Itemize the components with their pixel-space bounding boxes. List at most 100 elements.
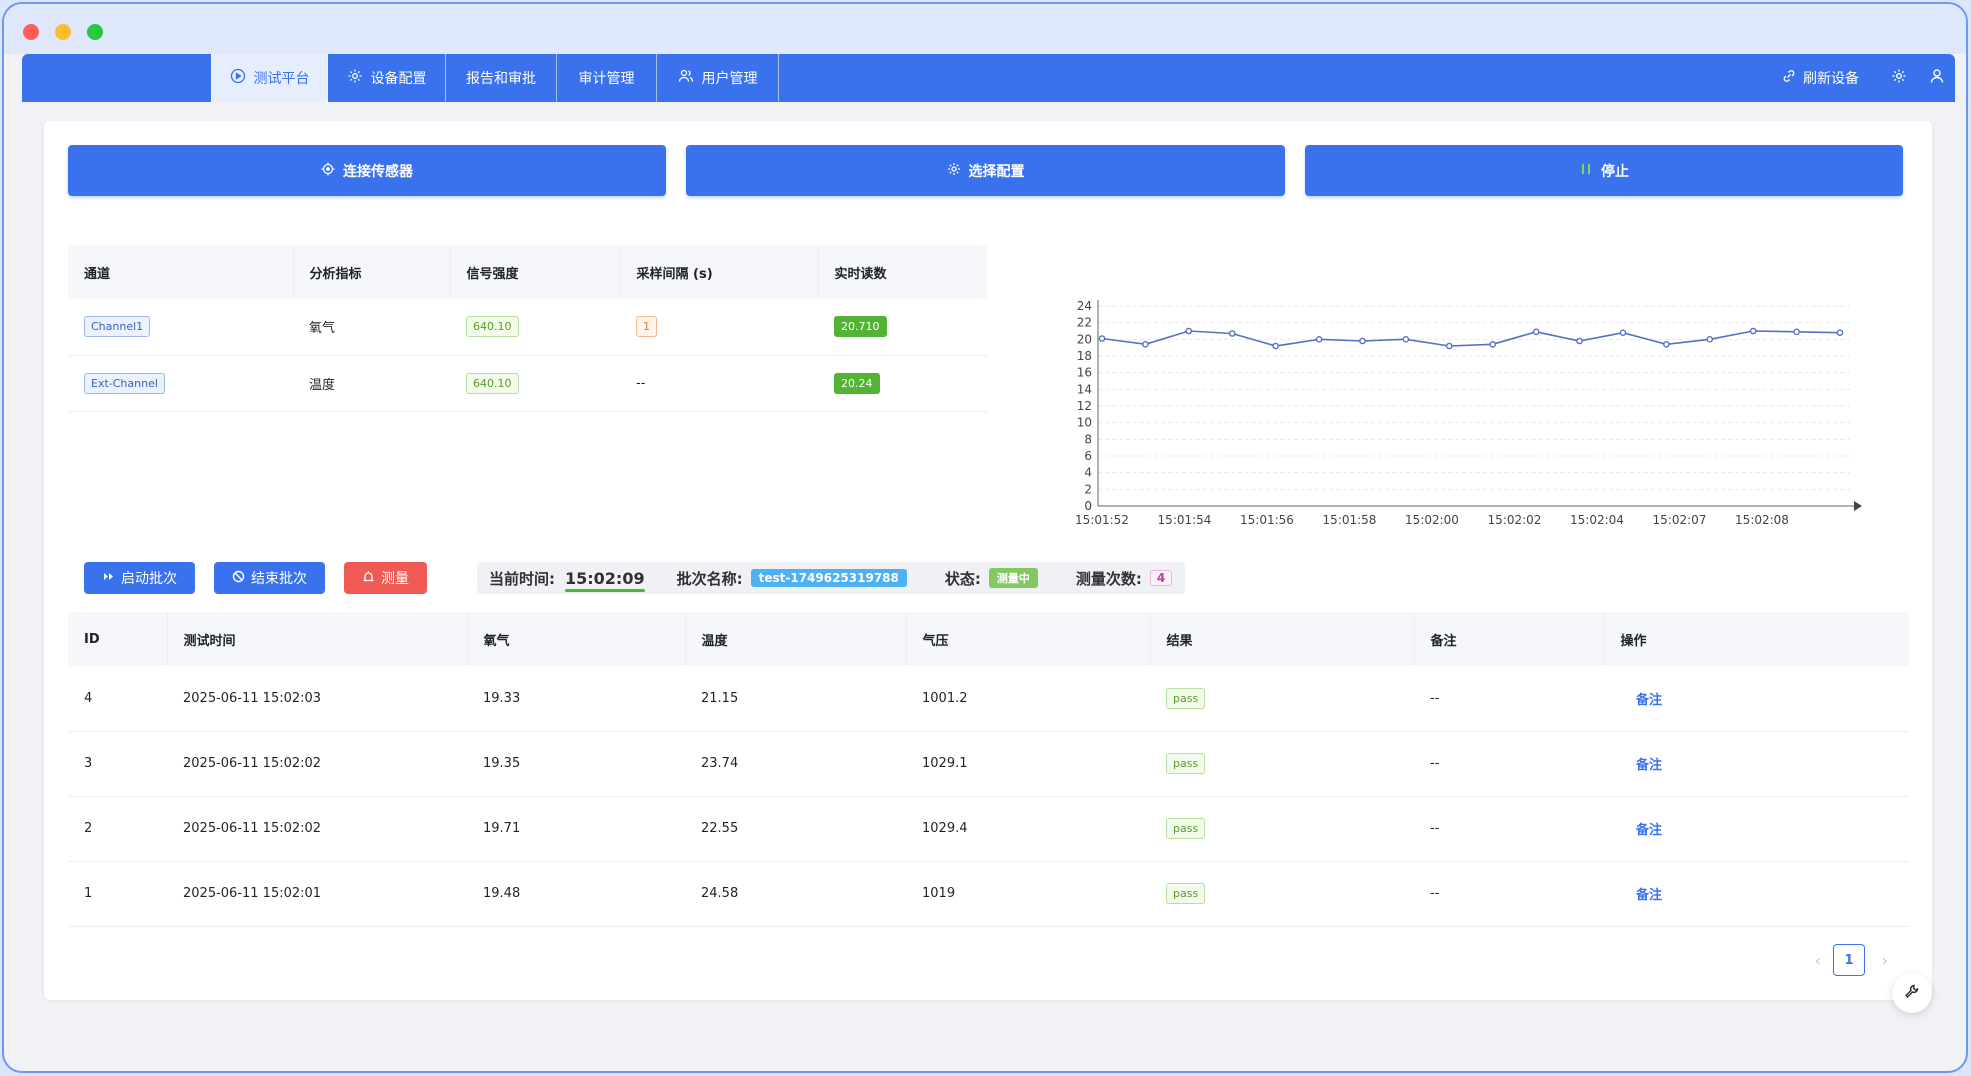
data-point xyxy=(1793,328,1800,336)
tab-device-config[interactable]: 设备配置 xyxy=(328,54,446,102)
results-table: ID 测试时间 氧气 温度 气压 结果 备注 操作 4 2025-06-11 1… xyxy=(68,612,1909,927)
select-config-label: 选择配置 xyxy=(968,163,1025,180)
prev-page-button[interactable]: ‹ xyxy=(1802,944,1834,976)
batch-name-badge: test-1749625319788 xyxy=(750,569,907,587)
x-tick-label: 15:01:56 xyxy=(1240,513,1294,527)
link-icon xyxy=(1781,68,1797,88)
y-tick-label: 12 xyxy=(1077,399,1092,413)
measure-button[interactable]: 测量 xyxy=(344,562,427,594)
data-point xyxy=(1098,335,1106,342)
data-point xyxy=(1576,337,1583,345)
result-cell: pass xyxy=(1150,666,1414,732)
action-cell: 备注 xyxy=(1604,666,1909,732)
tab-label: 测试平台 xyxy=(253,71,310,87)
result-tag: pass xyxy=(1166,818,1206,839)
result-tag: pass xyxy=(1166,883,1206,904)
channel-tag: Ext-Channel xyxy=(84,372,165,394)
tab-user-management[interactable]: 用户管理 xyxy=(657,54,779,102)
status-label: 状态: xyxy=(944,569,981,588)
data-point xyxy=(1619,329,1627,336)
x-tick-label: 15:01:58 xyxy=(1323,513,1377,527)
tab-audit[interactable]: 审计管理 xyxy=(557,54,657,102)
column-header: 信号强度 xyxy=(449,245,620,299)
next-page-button[interactable]: › xyxy=(1869,944,1901,976)
temp-cell: 21.15 xyxy=(685,666,906,732)
oxygen-cell: 19.48 xyxy=(467,861,685,927)
action-cell: 备注 xyxy=(1604,796,1909,862)
signal-cell: 640.10 xyxy=(450,355,620,412)
fast-forward-icon xyxy=(102,570,115,587)
y-tick-label: 20 xyxy=(1077,332,1092,346)
x-tick-label: 15:01:52 xyxy=(1075,513,1129,527)
column-header: 测试时间 xyxy=(166,612,467,666)
gear-icon xyxy=(1891,68,1907,88)
measure-label: 测量 xyxy=(381,571,409,587)
y-tick-label: 4 xyxy=(1084,466,1092,480)
table-row: 1 2025-06-11 15:02:01 19.48 24.58 1019 p… xyxy=(68,861,1909,927)
main-panel: 连接传感器 选择配置 停止 通道 分析指标 信号强度 采样间隔 (s) 实时读数 xyxy=(44,121,1932,1000)
stop-label: 停止 xyxy=(1601,163,1629,180)
channel-tag: Channel1 xyxy=(84,316,151,338)
data-point xyxy=(1359,337,1366,345)
result-cell: pass xyxy=(1150,861,1414,927)
status-badge: 测量中 xyxy=(988,568,1038,588)
signal-tag: 640.10 xyxy=(466,316,519,338)
tab-label: 用户管理 xyxy=(701,71,758,87)
add-note-link[interactable]: 备注 xyxy=(1636,823,1662,838)
interval-cell: 1 xyxy=(620,299,818,356)
end-batch-label: 结束批次 xyxy=(251,571,307,587)
minimize-window-button[interactable] xyxy=(55,24,71,40)
interval-cell: -- xyxy=(620,355,818,412)
table-row: Ext-Channel 温度 640.10 -- 20.24 xyxy=(68,355,987,412)
temp-cell: 22.55 xyxy=(685,796,906,862)
column-header: ID xyxy=(68,612,167,666)
tab-label: 审计管理 xyxy=(578,71,635,87)
note-cell: -- xyxy=(1414,666,1604,732)
data-point xyxy=(1749,327,1757,335)
y-tick-label: 2 xyxy=(1084,482,1092,496)
select-config-button[interactable]: 选择配置 xyxy=(686,145,1285,196)
data-point xyxy=(1272,342,1279,350)
batch-status-bar: 当前时间: 15:02:09 批次名称: test-1749625319788 … xyxy=(477,562,1185,594)
data-point xyxy=(1315,336,1323,343)
pressure-cell: 1001.2 xyxy=(906,666,1150,732)
column-header: 气压 xyxy=(905,612,1150,666)
stop-button[interactable]: 停止 xyxy=(1305,145,1903,196)
pressure-cell: 1029.4 xyxy=(906,796,1150,862)
data-point xyxy=(1445,342,1453,350)
note-cell: -- xyxy=(1414,796,1604,862)
pressure-cell: 1019 xyxy=(906,861,1150,927)
add-note-link[interactable]: 备注 xyxy=(1636,758,1662,773)
id-cell: 1 xyxy=(68,861,167,927)
add-note-link[interactable]: 备注 xyxy=(1636,693,1662,708)
signal-cell: 640.10 xyxy=(450,299,620,356)
connect-sensor-button[interactable]: 连接传感器 xyxy=(68,145,666,196)
table-row: 2 2025-06-11 15:02:02 19.71 22.55 1029.4… xyxy=(68,796,1909,862)
oxygen-cell: 19.71 xyxy=(467,796,685,862)
user-profile-button[interactable] xyxy=(1929,54,1945,102)
x-tick-label: 15:02:02 xyxy=(1488,513,1542,527)
time-cell: 2025-06-11 15:02:03 xyxy=(167,666,467,732)
tab-test-platform[interactable]: 测试平台 xyxy=(211,54,328,102)
tools-floating-button[interactable] xyxy=(1892,973,1932,1013)
add-note-link[interactable]: 备注 xyxy=(1636,888,1662,903)
start-batch-button[interactable]: 启动批次 xyxy=(84,562,195,594)
y-tick-label: 0 xyxy=(1084,499,1092,513)
x-tick-label: 15:02:00 xyxy=(1405,513,1459,527)
settings-button[interactable] xyxy=(1891,54,1907,102)
refresh-devices-button[interactable]: 刷新设备 xyxy=(1781,54,1859,102)
tab-reports[interactable]: 报告和审批 xyxy=(446,54,557,102)
column-header: 备注 xyxy=(1413,612,1604,666)
channel-cell: Channel1 xyxy=(68,299,293,356)
end-batch-button[interactable]: 结束批次 xyxy=(214,562,325,594)
maximize-window-button[interactable] xyxy=(87,24,103,40)
result-cell: pass xyxy=(1150,731,1414,797)
start-batch-label: 启动批次 xyxy=(121,571,177,587)
crosshair-icon xyxy=(321,162,335,180)
close-window-button[interactable] xyxy=(23,24,39,40)
reading-cell: 20.710 xyxy=(818,299,987,356)
current-time-value: 15:02:09 xyxy=(565,568,645,592)
page-number-button[interactable]: 1 xyxy=(1833,944,1865,976)
column-header: 采样间隔 (s) xyxy=(619,245,818,299)
action-cell: 备注 xyxy=(1604,731,1909,797)
